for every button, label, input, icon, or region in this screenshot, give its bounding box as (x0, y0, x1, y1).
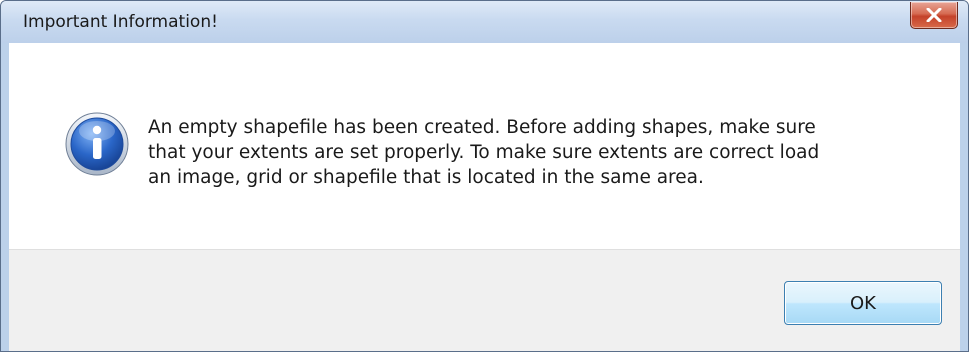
dialog-title: Important Information! (23, 12, 218, 32)
title-bar[interactable]: Important Information! (1, 1, 968, 43)
dialog-window: Important Information! An empty shapefil… (0, 0, 969, 352)
ok-button[interactable]: OK (784, 281, 942, 325)
dialog-client-area: An empty shapefile has been created. Bef… (9, 43, 960, 351)
message-line: an image, grid or shapefile that is loca… (148, 167, 704, 188)
message-line: An empty shapefile has been created. Bef… (148, 117, 816, 138)
message-text: An empty shapefile has been created. Bef… (148, 115, 928, 190)
close-x-icon (926, 8, 942, 22)
info-icon (65, 112, 129, 176)
message-line: that your extents are set properly. To m… (148, 142, 820, 163)
button-bar: OK (9, 249, 960, 351)
close-button[interactable] (910, 2, 958, 29)
message-area: An empty shapefile has been created. Bef… (9, 43, 960, 249)
